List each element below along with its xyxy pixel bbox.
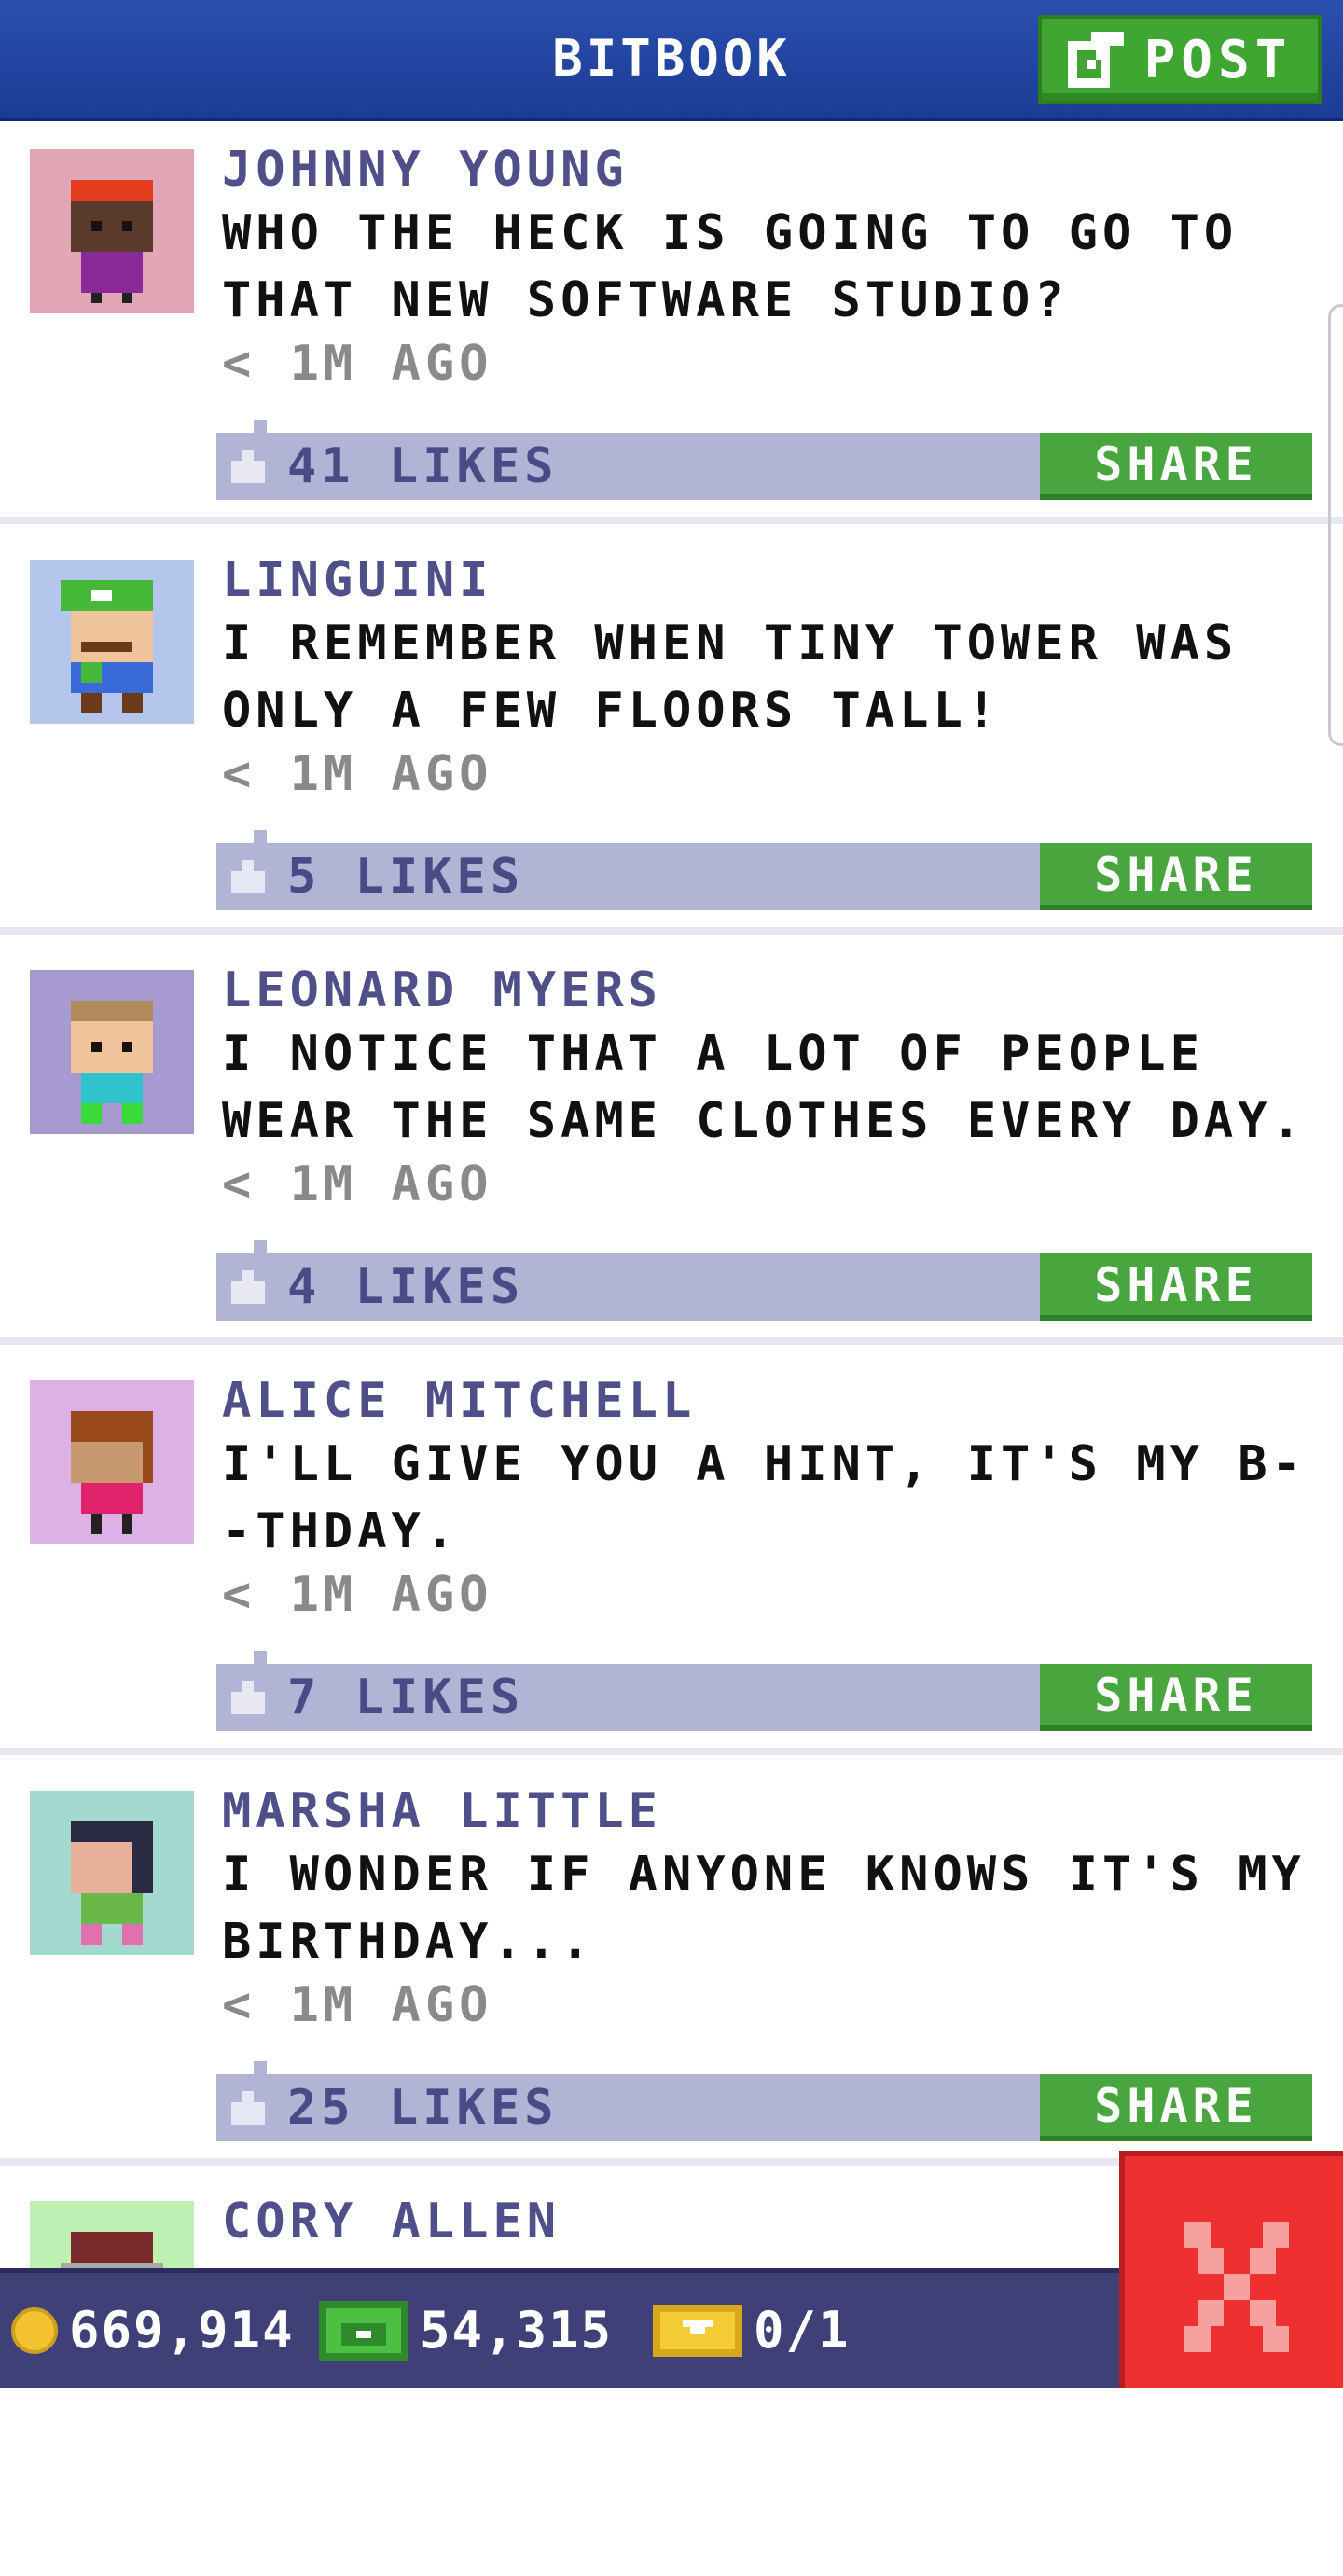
- likes-count: 25 LIKES: [287, 2080, 559, 2136]
- header-bar: BITBOOK POST: [0, 0, 1343, 121]
- thumbs-up-icon[interactable]: [231, 860, 265, 893]
- feed-post: ALICE MITCHELL I'LL GIVE YOU A HINT, IT'…: [0, 1352, 1343, 1755]
- close-icon: [1184, 2222, 1289, 2352]
- scroll-indicator[interactable]: [1328, 304, 1343, 746]
- avatar: [30, 1791, 194, 1955]
- avatar: [30, 1380, 194, 1544]
- likes-count: 4 LIKES: [287, 1259, 525, 1315]
- bux-icon[interactable]: [319, 2300, 408, 2361]
- tickets-stat: 0/1: [653, 2273, 851, 2388]
- likes-bar: 41 LIKES SHARE: [216, 420, 1312, 500]
- bux-stat: 54,315: [319, 2273, 613, 2388]
- thumbs-up-icon[interactable]: [231, 2091, 265, 2125]
- post-time: < 1M AGO: [222, 1156, 493, 1212]
- like-tab: [254, 1240, 267, 1253]
- post-time: < 1M AGO: [222, 336, 493, 392]
- coin-icon: [11, 2306, 58, 2354]
- avatar: [30, 560, 194, 724]
- thumbs-up-icon[interactable]: [231, 1270, 265, 1304]
- likes-bar: 5 LIKES SHARE: [216, 830, 1312, 910]
- share-button[interactable]: SHARE: [1040, 1664, 1312, 1731]
- post-message: I NOTICE THAT A LOT OF PEOPLE WEAR THE S…: [222, 1026, 1306, 1149]
- likes-bar: 4 LIKES SHARE: [216, 1240, 1312, 1321]
- ticket-icon[interactable]: [653, 2304, 742, 2357]
- avatar: [30, 149, 194, 313]
- post-time: < 1M AGO: [222, 1567, 493, 1623]
- bux-value: 54,315: [420, 2301, 614, 2360]
- avatar: [30, 970, 194, 1134]
- post-author[interactable]: ALICE MITCHELL: [222, 1373, 696, 1429]
- post-button-label: POST: [1143, 29, 1293, 90]
- likes-bar: 25 LIKES SHARE: [216, 2061, 1312, 2141]
- thumbs-up-icon[interactable]: [231, 1681, 265, 1714]
- feed-post: JOHNNY YOUNG WHO THE HECK IS GOING TO GO…: [0, 121, 1343, 524]
- share-button[interactable]: SHARE: [1040, 433, 1312, 500]
- coins-value: 669,914: [69, 2301, 295, 2360]
- post-author[interactable]: LEONARD MYERS: [222, 963, 662, 1018]
- coins-stat: 669,914: [11, 2273, 295, 2388]
- tickets-value: 0/1: [754, 2301, 851, 2360]
- like-tab: [254, 830, 267, 843]
- likes-count: 41 LIKES: [287, 438, 559, 494]
- likes-count: 7 LIKES: [287, 1669, 525, 1725]
- edit-icon: [1067, 32, 1124, 88]
- post-message: I'LL GIVE YOU A HINT, IT'S MY B--THDAY.: [222, 1436, 1306, 1559]
- post-author[interactable]: MARSHA LITTLE: [222, 1783, 662, 1839]
- share-button[interactable]: SHARE: [1040, 843, 1312, 910]
- post-message: WHO THE HECK IS GOING TO GO TO THAT NEW …: [222, 205, 1239, 328]
- close-button[interactable]: [1119, 2151, 1343, 2388]
- thumbs-up-icon[interactable]: [231, 450, 265, 483]
- post-time: < 1M AGO: [222, 746, 493, 802]
- share-button[interactable]: SHARE: [1040, 1253, 1312, 1321]
- feed-post: MARSHA LITTLE I WONDER IF ANYONE KNOWS I…: [0, 1763, 1343, 2166]
- likes-count: 5 LIKES: [287, 849, 525, 905]
- post-author[interactable]: LINGUINI: [222, 552, 492, 608]
- like-tab: [254, 2061, 267, 2074]
- post-button[interactable]: POST: [1038, 15, 1322, 104]
- post-author[interactable]: CORY ALLEN: [222, 2194, 561, 2250]
- post-message: I REMEMBER WHEN TINY TOWER WAS ONLY A FE…: [222, 616, 1239, 739]
- post-author[interactable]: JOHNNY YOUNG: [222, 142, 629, 198]
- post-message: I WONDER IF ANYONE KNOWS IT'S MY BIRTHDA…: [222, 1847, 1306, 1970]
- feed-post: LINGUINI I REMEMBER WHEN TINY TOWER WAS …: [0, 532, 1343, 935]
- share-button[interactable]: SHARE: [1040, 2074, 1312, 2141]
- feed-post: LEONARD MYERS I NOTICE THAT A LOT OF PEO…: [0, 942, 1343, 1345]
- like-tab: [254, 420, 267, 433]
- like-tab: [254, 1651, 267, 1664]
- post-time: < 1M AGO: [222, 1977, 493, 2033]
- likes-bar: 7 LIKES SHARE: [216, 1651, 1312, 1731]
